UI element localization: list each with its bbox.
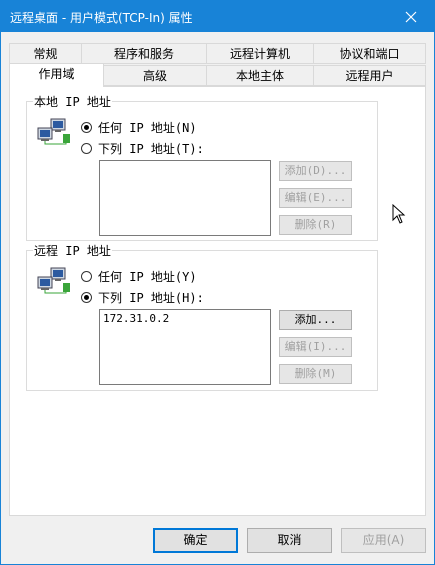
remote-remove-button[interactable]: 删除(M) [279,364,352,384]
local-list-ip-radio[interactable]: 下列 IP 地址(T): [81,140,204,156]
local-ip-group-label: 本地 IP 地址 [33,93,112,110]
remote-list-ip-radio[interactable]: 下列 IP 地址(H): [81,289,204,305]
network-computers-icon [37,118,70,145]
remote-add-button[interactable]: 添加... [279,310,352,330]
apply-button[interactable]: 应用(A) [341,528,426,553]
remote-list-ip-label: 下列 IP 地址(H): [98,290,204,305]
radio-circle-unchecked [81,270,92,282]
tab-remote-users[interactable]: 远程用户 [313,65,426,86]
remote-edit-button[interactable]: 编辑(I)... [279,337,352,357]
tab-control: 常规 程序和服务 远程计算机 协议和端口 高级 本地主体 远程用户 本地 IP … [9,41,426,516]
list-item[interactable]: 172.31.0.2 [100,310,270,327]
radio-circle-checked [81,121,92,133]
radio-circle-checked [81,291,92,303]
local-edit-button[interactable]: 编辑(E)... [279,188,352,208]
remote-any-ip-radio[interactable]: 任何 IP 地址(Y) [81,268,197,284]
ok-button[interactable]: 确定 [153,528,238,553]
remote-any-ip-label: 任何 IP 地址(Y) [98,269,197,284]
remote-ip-listbox[interactable]: 172.31.0.2 [99,309,271,385]
radio-circle-unchecked [81,142,92,154]
cancel-button[interactable]: 取消 [247,528,332,553]
tab-general[interactable]: 常规 [9,43,82,64]
window-title: 远程桌面 - 用户模式(TCP-In) 属性 [10,11,193,25]
scope-tab-panel: 本地 IP 地址 任何 IP 地址(N) 下列 IP 地址(T): 添加(D).… [9,86,426,516]
tab-local-principals[interactable]: 本地主体 [206,65,314,86]
close-icon [405,11,417,22]
close-button[interactable] [388,1,434,32]
tab-remote-computers[interactable]: 远程计算机 [206,43,314,64]
tab-protocols-ports[interactable]: 协议和端口 [313,43,426,64]
tab-scope[interactable]: 作用域 [9,63,104,87]
remote-ip-group-label: 远程 IP 地址 [33,242,112,259]
tab-advanced[interactable]: 高级 [103,65,207,86]
local-ip-listbox[interactable] [99,160,271,236]
local-any-ip-label: 任何 IP 地址(N) [98,120,197,135]
local-remove-button[interactable]: 删除(R) [279,215,352,235]
local-list-ip-label: 下列 IP 地址(T): [98,141,204,156]
properties-dialog: 远程桌面 - 用户模式(TCP-In) 属性 常规 程序和服务 远程计算机 协议… [0,0,435,565]
remote-ip-group: 远程 IP 地址 任何 IP 地址(Y) 下列 IP 地址(H): 172.31… [26,242,378,391]
mouse-pointer-icon [392,204,406,224]
local-any-ip-radio[interactable]: 任何 IP 地址(N) [81,119,197,135]
tab-programs-services[interactable]: 程序和服务 [81,43,207,64]
local-ip-group: 本地 IP 地址 任何 IP 地址(N) 下列 IP 地址(T): 添加(D).… [26,93,378,241]
network-computers-icon [37,267,70,294]
title-bar: 远程桌面 - 用户模式(TCP-In) 属性 [1,1,434,32]
local-add-button[interactable]: 添加(D)... [279,161,352,181]
